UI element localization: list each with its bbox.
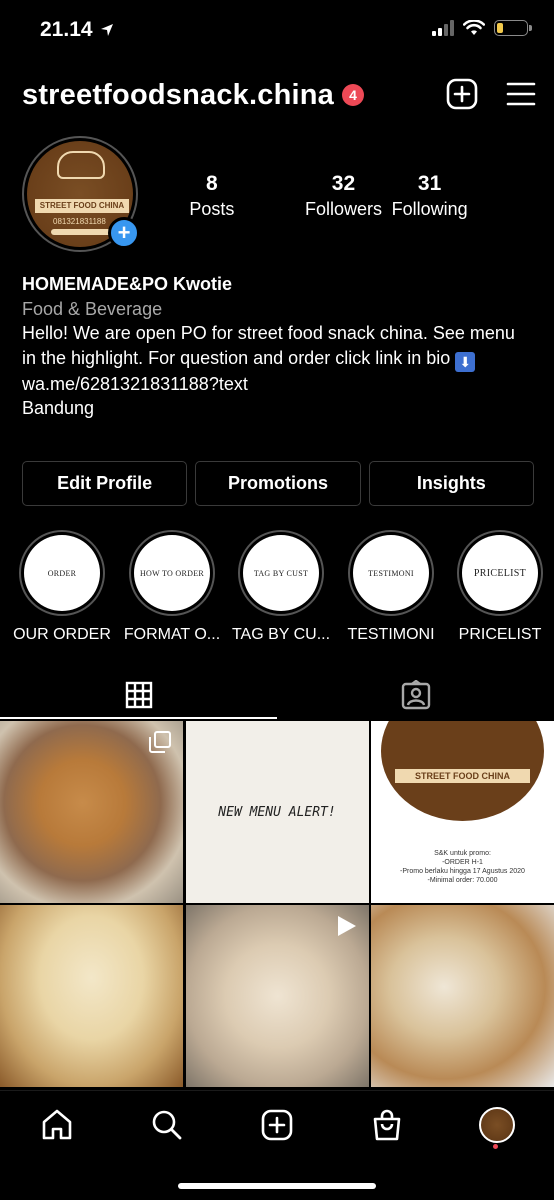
bio-description: Hello! We are open PO for street food sn… <box>22 323 515 368</box>
post-promo-text: S&K untuk promo: -ORDER H-1 -Promo berla… <box>371 849 554 885</box>
promo-line: -Promo berlaku hingga 17 Agustus 2020 <box>400 868 525 875</box>
home-icon <box>42 1109 72 1140</box>
home-indicator[interactable] <box>178 1183 376 1189</box>
clock-text: 21.14 <box>40 18 93 41</box>
highlight-cover: HOW TO ORDER <box>134 535 210 611</box>
stat-posts[interactable]: 8 Posts <box>178 172 246 220</box>
bio-category: Food & Beverage <box>22 298 163 319</box>
highlight-our-order[interactable]: ORDER OUR ORDER <box>12 530 112 644</box>
bio-location: Bandung <box>22 398 95 418</box>
promo-line: -ORDER H-1 <box>442 859 483 866</box>
highlight-cover: TAG BY CUST <box>243 535 319 611</box>
highlight-ring: ORDER <box>19 530 105 616</box>
nav-profile[interactable] <box>477 1105 517 1145</box>
promo-line: -Minimal order: 70.000 <box>427 877 498 884</box>
nav-search[interactable] <box>147 1105 187 1145</box>
down-arrow-icon: ⬇ <box>455 351 476 372</box>
highlight-cover: TESTIMONI <box>353 535 429 611</box>
post-thumbnail[interactable] <box>185 905 369 1087</box>
nav-home[interactable] <box>37 1105 77 1145</box>
status-time: 21.14 <box>40 18 114 42</box>
tab-grid[interactable] <box>0 670 277 720</box>
nav-shop[interactable] <box>367 1105 407 1145</box>
rolling-pin-icon <box>51 229 111 235</box>
search-icon <box>152 1110 182 1140</box>
stat-label: Following <box>391 199 468 219</box>
profile-avatar-icon <box>479 1107 515 1143</box>
post-thumbnail[interactable]: NEW MENU ALERT! <box>185 721 369 903</box>
cellular-signal-icon <box>432 20 454 36</box>
wifi-icon <box>463 20 485 35</box>
add-post-icon <box>261 1109 293 1141</box>
post-thumbnail[interactable] <box>371 905 554 1087</box>
battery-icon <box>494 20 532 36</box>
battery-level <box>497 23 503 33</box>
active-tab-indicator <box>0 717 277 719</box>
highlight-cover: PRICELIST <box>462 535 538 611</box>
stat-value: 8 <box>206 172 218 195</box>
tab-tagged[interactable] <box>277 670 554 720</box>
profile-actions: Edit Profile Promotions Insights <box>22 461 534 506</box>
post-thumbnail[interactable]: STREET FOOD CHINA S&K untuk promo: -ORDE… <box>371 721 554 903</box>
promo-line: S&K untuk promo: <box>434 850 491 857</box>
header-actions <box>446 78 536 110</box>
story-highlights: ORDER OUR ORDER HOW TO ORDER FORMAT O...… <box>0 530 554 645</box>
edit-profile-button[interactable]: Edit Profile <box>22 461 188 506</box>
highlight-label: TAG BY CU... <box>231 626 331 643</box>
post-logo-banner: STREET FOOD CHINA <box>395 769 530 783</box>
profile-tabs <box>0 670 554 720</box>
nav-create[interactable] <box>257 1105 297 1145</box>
tagged-icon <box>401 680 430 710</box>
stat-following[interactable]: 31 Following <box>381 172 478 220</box>
plus-icon: + <box>117 220 131 245</box>
add-story-button[interactable]: + <box>108 217 140 249</box>
highlight-format-order[interactable]: HOW TO ORDER FORMAT O... <box>122 530 222 644</box>
bio-link[interactable]: wa.me/6281321831188?text <box>22 372 532 397</box>
highlight-tag-by-cust[interactable]: TAG BY CUST TAG BY CU... <box>231 530 331 644</box>
video-play-icon <box>337 916 356 936</box>
posts-grid: NEW MENU ALERT! STREET FOOD CHINA S&K un… <box>0 721 554 1089</box>
post-thumbnail[interactable] <box>0 905 183 1087</box>
highlight-label: TESTIMONI <box>347 626 435 643</box>
stat-value: 31 <box>417 172 442 195</box>
highlight-pricelist[interactable]: PRICELIST PRICELIST <box>450 530 550 644</box>
status-bar: 21.14 <box>0 0 554 60</box>
shopping-bag-icon <box>373 1109 401 1141</box>
highlight-ring: TAG BY CUST <box>238 530 324 616</box>
highlight-ring: HOW TO ORDER <box>129 530 215 616</box>
highlight-cover: ORDER <box>24 535 100 611</box>
chef-hat-icon <box>57 151 105 179</box>
highlight-label: PRICELIST <box>458 626 542 643</box>
grid-icon <box>125 681 152 709</box>
avatar-banner-text: STREET FOOD CHINA <box>35 199 129 213</box>
profile-stats: 8 Posts 32 Followers 31 Following <box>178 172 478 220</box>
activity-dot <box>493 1144 498 1149</box>
highlight-label: FORMAT O... <box>123 626 221 643</box>
bio-text: Hello! We are open PO for street food sn… <box>22 321 532 372</box>
post-caption-text: NEW MENU ALERT! <box>218 804 336 820</box>
highlight-ring: TESTIMONI <box>348 530 434 616</box>
carousel-icon <box>149 731 171 753</box>
profile-bio: HOMEMADE&PO Kwotie Food & Beverage Hello… <box>22 272 532 421</box>
menu-icon[interactable] <box>506 78 536 110</box>
status-icons <box>432 20 532 36</box>
bio-name: HOMEMADE&PO Kwotie <box>22 274 233 294</box>
post-thumbnail[interactable] <box>0 721 183 903</box>
highlight-testimoni[interactable]: TESTIMONI TESTIMONI <box>341 530 441 644</box>
stat-label: Posts <box>189 199 235 219</box>
username[interactable]: streetfoodsnack.china <box>22 79 334 112</box>
highlight-ring: PRICELIST <box>457 530 543 616</box>
location-arrow-icon <box>101 24 114 36</box>
highlight-label: OUR ORDER <box>13 626 111 643</box>
avatar-phone-text: 081321831188 <box>53 217 106 226</box>
new-post-icon[interactable] <box>446 78 478 110</box>
insights-button[interactable]: Insights <box>368 461 534 506</box>
promotions-button[interactable]: Promotions <box>195 461 361 506</box>
profile-header: streetfoodsnack.china 4 <box>22 70 536 120</box>
notification-badge[interactable]: 4 <box>342 84 365 106</box>
